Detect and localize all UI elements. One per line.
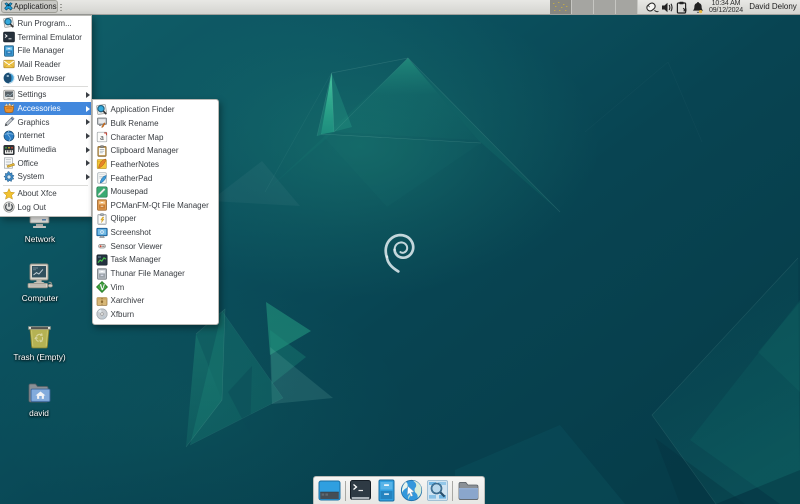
svg-text:a: a bbox=[100, 133, 104, 142]
